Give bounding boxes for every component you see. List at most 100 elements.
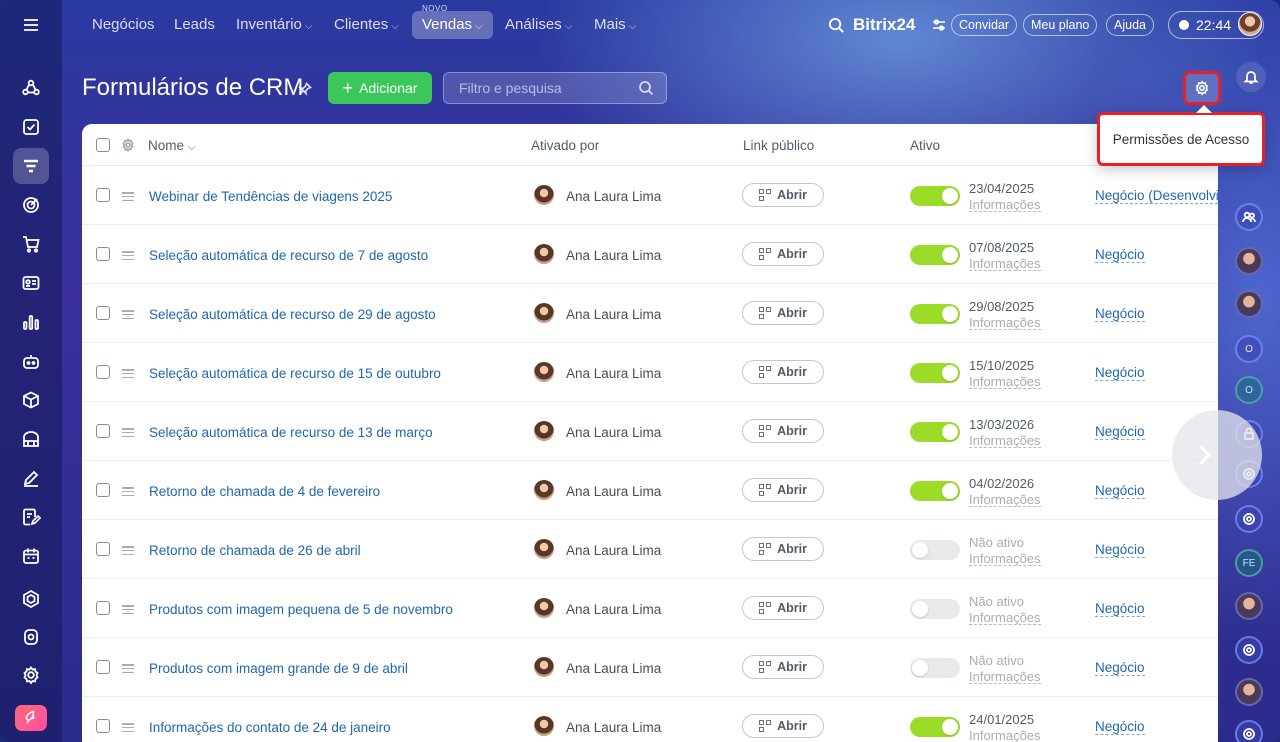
table-row[interactable]: Produtos com imagem grande de 9 de abril…: [82, 638, 1218, 697]
access-permissions-menu-item[interactable]: Permissões de Acesso: [1097, 105, 1265, 166]
drag-handle-icon[interactable]: [122, 546, 134, 556]
chat-avatar[interactable]: [1235, 247, 1263, 275]
chat-avatar[interactable]: [1235, 290, 1263, 318]
nav-item-mais[interactable]: Mais ⌵: [584, 11, 646, 39]
channel-icon[interactable]: [1235, 636, 1263, 664]
form-name-link[interactable]: Seleção automática de recurso de 15 de o…: [149, 366, 441, 381]
contact-card-icon[interactable]: [13, 265, 49, 301]
chat-initial[interactable]: FE: [1235, 549, 1263, 577]
chat-avatar[interactable]: [1235, 592, 1263, 620]
menu-icon[interactable]: [13, 7, 49, 43]
activated-by-user[interactable]: Ana Laura Lima: [566, 602, 661, 617]
table-row[interactable]: Seleção automática de recurso de 29 de a…: [82, 284, 1218, 343]
drag-handle-icon[interactable]: [122, 369, 134, 379]
row-checkbox[interactable]: [96, 483, 110, 497]
row-checkbox[interactable]: [96, 719, 110, 733]
bell-icon[interactable]: [1236, 62, 1266, 92]
info-link[interactable]: Informações: [969, 729, 1041, 742]
group-icon[interactable]: [1235, 203, 1263, 231]
nav-item-analises[interactable]: Análises ⌵: [495, 11, 582, 39]
entity-link[interactable]: Negócio: [1095, 366, 1145, 381]
table-row[interactable]: Seleção automática de recurso de 13 de m…: [82, 402, 1218, 461]
info-link[interactable]: Informações: [969, 375, 1041, 389]
activated-by-user[interactable]: Ana Laura Lima: [566, 248, 661, 263]
table-row[interactable]: Informações do contato de 24 de janeiro A…: [82, 697, 1218, 742]
entity-link[interactable]: Negócio (Desenvolvi: [1095, 189, 1218, 204]
table-row[interactable]: Produtos com imagem pequena de 5 de nove…: [82, 579, 1218, 638]
rocket-icon[interactable]: [15, 705, 47, 731]
info-link[interactable]: Informações: [969, 493, 1041, 507]
open-public-link-button[interactable]: Abrir: [742, 242, 824, 266]
activated-by-user[interactable]: Ana Laura Lima: [566, 661, 661, 676]
drag-handle-icon[interactable]: [122, 605, 134, 615]
info-link[interactable]: Informações: [969, 316, 1041, 330]
form-name-link[interactable]: Seleção automática de recurso de 13 de m…: [149, 425, 433, 440]
nav-item-clientes[interactable]: Clientes ⌵: [324, 11, 409, 39]
column-header-name[interactable]: Nome ⌵: [148, 138, 196, 153]
entity-link[interactable]: Negócio: [1095, 307, 1145, 322]
drag-handle-icon[interactable]: [122, 487, 134, 497]
active-toggle[interactable]: [910, 481, 960, 501]
chat-avatar[interactable]: [1235, 678, 1263, 706]
settings-icon[interactable]: [13, 657, 49, 693]
settings-button[interactable]: [1183, 71, 1221, 105]
scroll-right-button[interactable]: [1172, 410, 1262, 500]
chat-initial[interactable]: O: [1235, 376, 1263, 404]
drag-handle-icon[interactable]: [122, 310, 134, 320]
gear-icon[interactable]: [121, 138, 135, 152]
table-row[interactable]: Seleção automática de recurso de 7 de ag…: [82, 225, 1218, 284]
activated-by-user[interactable]: Ana Laura Lima: [566, 189, 661, 204]
active-toggle[interactable]: [910, 363, 960, 383]
sales-funnel-icon[interactable]: [13, 148, 49, 184]
info-link[interactable]: Informações: [969, 198, 1041, 212]
table-row[interactable]: Seleção automática de recurso de 15 de o…: [82, 343, 1218, 402]
document-edit-icon[interactable]: [13, 499, 49, 535]
channel-icon[interactable]: [1235, 505, 1263, 533]
active-toggle[interactable]: [910, 599, 960, 619]
box-icon[interactable]: [13, 382, 49, 418]
info-link[interactable]: Informações: [969, 257, 1041, 271]
drag-handle-icon[interactable]: [122, 251, 134, 261]
row-checkbox[interactable]: [96, 542, 110, 556]
chat-initial[interactable]: O: [1235, 335, 1263, 363]
brand[interactable]: Bitrix24: [828, 13, 915, 37]
search-icon[interactable]: [638, 80, 654, 96]
active-toggle[interactable]: [910, 717, 960, 737]
open-public-link-button[interactable]: Abrir: [742, 655, 824, 679]
row-checkbox[interactable]: [96, 247, 110, 261]
robot-icon[interactable]: [13, 343, 49, 379]
table-row[interactable]: Retorno de chamada de 26 de abril Ana Lau…: [82, 520, 1218, 579]
info-link[interactable]: Informações: [969, 434, 1041, 448]
open-public-link-button[interactable]: Abrir: [742, 537, 824, 561]
entity-link[interactable]: Negócio: [1095, 602, 1145, 617]
filter-search[interactable]: [443, 72, 667, 104]
form-name-link[interactable]: Retorno de chamada de 26 de abril: [149, 543, 361, 558]
drag-handle-icon[interactable]: [122, 428, 134, 438]
search-icon[interactable]: [828, 17, 845, 34]
drag-handle-icon[interactable]: [122, 664, 134, 674]
drag-handle-icon[interactable]: [122, 192, 134, 202]
active-toggle[interactable]: [910, 186, 960, 206]
active-toggle[interactable]: [910, 245, 960, 265]
form-name-link[interactable]: Webinar de Tendências de viagens 2025: [149, 189, 392, 204]
nav-item-vendas[interactable]: Vendas ⌵: [412, 11, 493, 39]
entity-link[interactable]: Negócio: [1095, 425, 1145, 440]
column-header-public-link[interactable]: Link público: [743, 138, 814, 153]
table-row[interactable]: Webinar de Tendências de viagens 2025 Ana…: [82, 166, 1218, 225]
active-toggle[interactable]: [910, 540, 960, 560]
row-checkbox[interactable]: [96, 601, 110, 615]
open-public-link-button[interactable]: Abrir: [742, 714, 824, 738]
form-name-link[interactable]: Seleção automática de recurso de 29 de a…: [149, 307, 436, 322]
row-checkbox[interactable]: [96, 660, 110, 674]
open-public-link-button[interactable]: Abrir: [742, 360, 824, 384]
entity-link[interactable]: Negócio: [1095, 248, 1145, 263]
form-name-link[interactable]: Seleção automática de recurso de 7 de ag…: [149, 248, 428, 263]
form-name-link[interactable]: Produtos com imagem pequena de 5 de nove…: [149, 602, 453, 617]
column-header-active[interactable]: Ativo: [910, 138, 940, 153]
hexagon-icon[interactable]: [13, 581, 49, 617]
active-toggle[interactable]: [910, 422, 960, 442]
apps-icon[interactable]: [13, 619, 49, 655]
store-icon[interactable]: [13, 421, 49, 457]
analytics-icon[interactable]: [13, 304, 49, 340]
form-name-link[interactable]: Informações do contato de 24 de janeiro: [149, 720, 391, 735]
